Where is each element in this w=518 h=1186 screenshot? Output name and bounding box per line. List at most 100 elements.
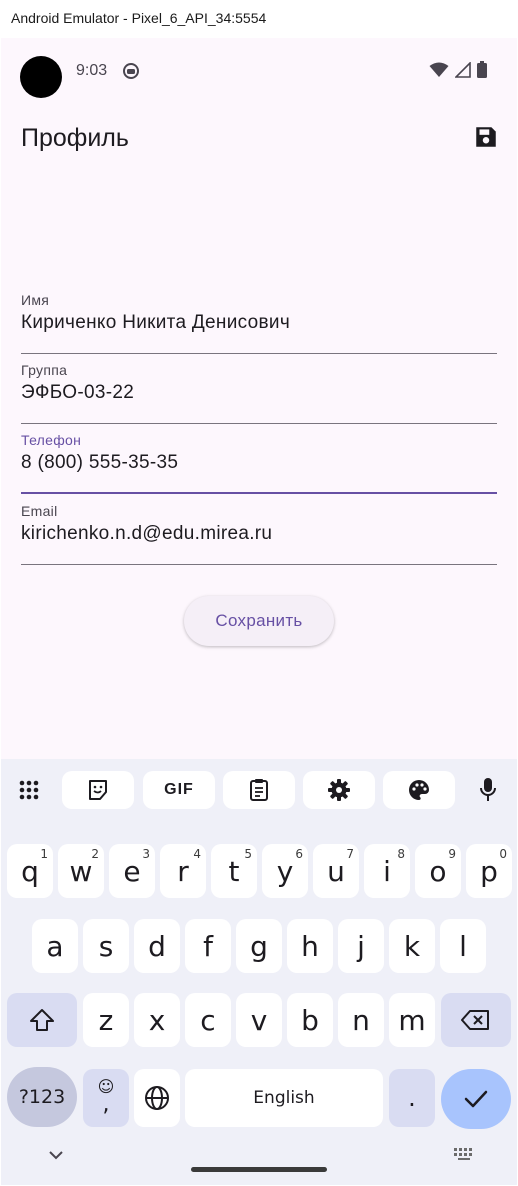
window-title: Android Emulator - Pixel_6_API_34:5554: [11, 10, 267, 26]
globe-icon: [145, 1086, 169, 1110]
key-label: d: [148, 929, 166, 963]
email-value[interactable]: kirichenko.n.d@edu.mirea.ru: [21, 523, 272, 545]
key-s[interactable]: s: [83, 919, 129, 973]
gesture-handle[interactable]: [191, 1167, 327, 1172]
clipboard-icon[interactable]: [223, 771, 295, 809]
key-label: r: [177, 854, 189, 888]
key-label: e: [123, 854, 141, 888]
name-label: Имя: [21, 292, 50, 308]
key-label: m: [398, 1003, 426, 1037]
key-label: w: [69, 854, 93, 888]
key-o[interactable]: o9: [415, 844, 461, 898]
notification-icon: [123, 63, 139, 79]
key-m[interactable]: m: [389, 993, 435, 1047]
phone-value[interactable]: 8 (800) 555-35-35: [21, 452, 178, 474]
save-button[interactable]: Сохранить: [184, 596, 334, 646]
enter-key[interactable]: [441, 1069, 511, 1129]
key-hint: 7: [346, 847, 354, 861]
key-v[interactable]: v: [236, 993, 282, 1047]
camera-cutout: [20, 56, 62, 98]
theme-palette-icon[interactable]: [383, 771, 455, 809]
key-hint: 0: [499, 847, 507, 861]
key-label: c: [200, 1003, 216, 1037]
language-key[interactable]: [134, 1069, 180, 1127]
period-key[interactable]: .: [389, 1069, 435, 1127]
wifi-icon: [429, 62, 449, 77]
microphone-icon[interactable]: [467, 771, 509, 809]
group-value[interactable]: ЭФБО-03-22: [21, 382, 134, 404]
key-k[interactable]: k: [389, 919, 435, 973]
sticker-icon[interactable]: [62, 771, 134, 809]
key-hint: 2: [91, 847, 99, 861]
key-z[interactable]: z: [83, 993, 129, 1047]
status-icons: [429, 61, 487, 78]
key-e[interactable]: e3: [109, 844, 155, 898]
email-underline: [21, 564, 497, 565]
group-underline: [21, 423, 497, 424]
period-label: .: [408, 1084, 416, 1112]
phone-field[interactable]: Телефон 8 (800) 555-35-35: [21, 432, 497, 494]
shift-key[interactable]: [7, 993, 77, 1047]
key-label: u: [327, 854, 345, 888]
phone-screen: 9:03 Профиль Имя Кириченко Никита Денисо…: [1, 38, 517, 1185]
key-y[interactable]: y6: [262, 844, 308, 898]
page-title: Профиль: [21, 124, 129, 152]
key-label: k: [403, 929, 421, 963]
name-field[interactable]: Имя Кириченко Никита Денисович: [21, 292, 497, 354]
key-label: s: [98, 929, 114, 963]
key-g[interactable]: g: [236, 919, 282, 973]
space-key[interactable]: English: [185, 1069, 383, 1127]
key-hint: 8: [397, 847, 405, 861]
key-hint: 6: [295, 847, 303, 861]
apps-grid-icon[interactable]: [8, 771, 50, 809]
key-label: y: [276, 854, 294, 888]
cell-signal-icon: [455, 61, 471, 78]
backspace-key[interactable]: [441, 993, 511, 1047]
key-t[interactable]: t5: [211, 844, 257, 898]
key-hint: 9: [448, 847, 456, 861]
emulator-titlebar: Android Emulator - Pixel_6_API_34:5554: [0, 0, 518, 38]
key-hint: 3: [142, 847, 150, 861]
group-field[interactable]: Группа ЭФБО-03-22: [21, 362, 497, 424]
name-underline: [21, 353, 497, 354]
phone-underline: [21, 492, 497, 494]
key-f[interactable]: f: [185, 919, 231, 973]
settings-gear-icon[interactable]: [303, 771, 375, 809]
key-c[interactable]: c: [185, 993, 231, 1047]
key-label: p: [480, 854, 498, 888]
key-q[interactable]: q1: [7, 844, 53, 898]
hide-keyboard-chevron-icon[interactable]: [47, 1148, 65, 1162]
key-label: l: [459, 929, 467, 963]
key-n[interactable]: n: [338, 993, 384, 1047]
key-i[interactable]: i8: [364, 844, 410, 898]
key-h[interactable]: h: [287, 919, 333, 973]
key-d[interactable]: d: [134, 919, 180, 973]
key-label: n: [352, 1003, 370, 1037]
key-u[interactable]: u7: [313, 844, 359, 898]
key-j[interactable]: j: [338, 919, 384, 973]
comma-emoji-key[interactable]: ☺ ,: [83, 1069, 129, 1127]
key-b[interactable]: b: [287, 993, 333, 1047]
key-label: i: [383, 854, 391, 888]
name-value[interactable]: Кириченко Никита Денисович: [21, 312, 290, 334]
key-label: x: [148, 1003, 166, 1037]
key-label: j: [357, 929, 365, 963]
key-p[interactable]: p0: [466, 844, 512, 898]
key-hint: 1: [40, 847, 48, 861]
key-x[interactable]: x: [134, 993, 180, 1047]
key-a[interactable]: a: [32, 919, 78, 973]
key-label: z: [98, 1003, 114, 1037]
key-r[interactable]: r4: [160, 844, 206, 898]
symbols-key[interactable]: ?123: [7, 1067, 77, 1127]
keyboard-switch-icon[interactable]: [453, 1147, 475, 1163]
comma-label: ,: [102, 1092, 110, 1117]
gif-button[interactable]: GIF: [143, 771, 215, 809]
save-icon[interactable]: [473, 124, 499, 150]
status-bar: 9:03: [1, 38, 517, 118]
key-label: o: [429, 854, 447, 888]
email-field[interactable]: Email kirichenko.n.d@edu.mirea.ru: [21, 503, 497, 565]
key-w[interactable]: w2: [58, 844, 104, 898]
gif-label: GIF: [164, 781, 194, 798]
key-label: g: [250, 929, 268, 963]
key-l[interactable]: l: [440, 919, 486, 973]
